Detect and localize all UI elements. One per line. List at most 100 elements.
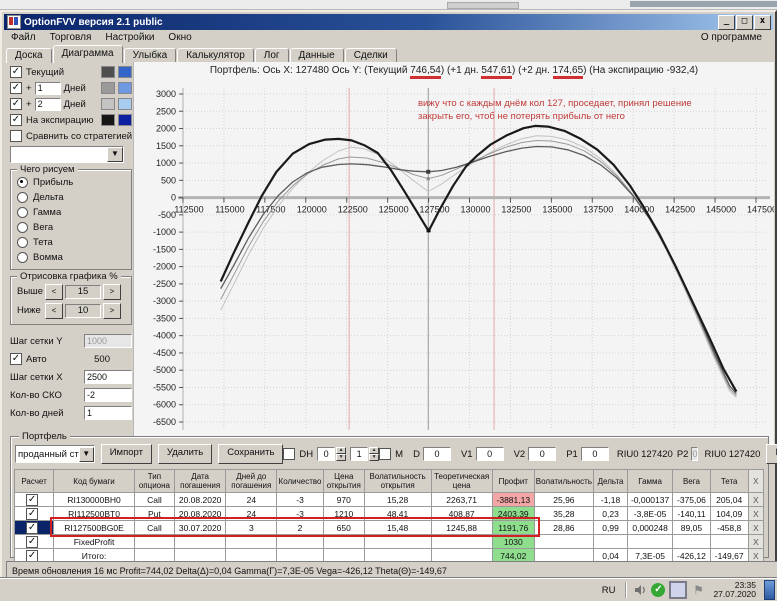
column-header-10[interactable]: Волатильность	[533, 469, 595, 493]
tab-Сделки[interactable]: Сделки	[344, 48, 397, 63]
spinner-arrows-icon[interactable]: ▲ ▼	[369, 447, 380, 461]
row-delete-button[interactable]: X	[747, 520, 765, 535]
field-input-0[interactable]: 1000	[84, 334, 132, 348]
column-header-6[interactable]: Цена открытия	[322, 469, 365, 493]
positions-table[interactable]: Расчет Код бумаги Тип опциона Дата погашения Д…	[13, 469, 765, 563]
dh-checkbox[interactable]: ✓	[283, 448, 296, 460]
column-header-9[interactable]: Профит	[491, 469, 535, 493]
row-delete-button[interactable]: X	[747, 492, 765, 507]
row-checkbox[interactable]: ✓	[26, 549, 39, 562]
column-header-1[interactable]: Код бумаги	[53, 469, 135, 493]
field-input-2[interactable]: 2500	[84, 370, 132, 384]
radio-icon[interactable]	[17, 252, 28, 263]
curve-days-input-2[interactable]: 2	[34, 97, 61, 111]
column-header-7[interactable]: Волатильность открытия	[363, 469, 432, 493]
curve-checkbox-0[interactable]: ✓	[10, 66, 22, 78]
row-checkbox[interactable]: ✓	[26, 535, 39, 548]
radio-icon[interactable]	[17, 222, 28, 233]
draw-option-Вега[interactable]: Вега	[17, 220, 125, 235]
draw-option-Тета[interactable]: Тета	[17, 235, 125, 250]
row-delete-button[interactable]: X	[747, 534, 765, 549]
strategy-dropdown[interactable]: ▼	[10, 146, 124, 163]
row-delete-button[interactable]: X	[747, 506, 765, 521]
minimize-button[interactable]: _	[718, 14, 735, 30]
draw-option-Дельта[interactable]: Дельта	[17, 190, 125, 205]
menu-item-about[interactable]: О программе	[694, 32, 769, 43]
tab-Улыбка[interactable]: Улыбка	[123, 48, 177, 63]
decrement-button[interactable]: <	[45, 283, 63, 300]
auto-checkbox[interactable]: ✓	[10, 353, 22, 365]
increment-button[interactable]: >	[103, 302, 121, 319]
compare-strategy-row[interactable]: ✓ Сравнить со стратегией	[10, 128, 132, 144]
language-indicator[interactable]: RU	[602, 585, 616, 596]
p2-field[interactable]: 0	[691, 447, 699, 461]
close-button[interactable]: x	[754, 14, 771, 30]
show-desktop-button[interactable]	[764, 580, 775, 600]
tab-Лог[interactable]: Лог	[254, 48, 289, 63]
curve-checkbox-1[interactable]: ✓	[10, 82, 22, 94]
greek-field-D[interactable]: 0	[422, 447, 451, 461]
draw-option-Вомма[interactable]: Вомма	[17, 250, 125, 265]
spinner-arrows-icon[interactable]: ▲ ▼	[336, 447, 347, 461]
dh-spinner-1[interactable]: 0 ▲ ▼	[317, 447, 347, 461]
profit-chart[interactable]: 3000 2500 2000 1500 1000 500 0 -500 -1000 -1500 -2…	[134, 80, 774, 444]
chevron-down-icon[interactable]: ▼	[78, 446, 94, 462]
decrement-button[interactable]: <	[45, 302, 63, 319]
save-button[interactable]: Сохранить	[218, 444, 284, 464]
antivirus-check-icon[interactable]: ✓	[651, 583, 666, 597]
column-header-8[interactable]: Теоретическая цена	[430, 469, 493, 493]
curve-days-input-1[interactable]: 1	[34, 81, 61, 95]
row-checkbox[interactable]: ✓	[26, 493, 39, 506]
column-header-12[interactable]: Гамма	[627, 469, 674, 493]
tab-Доска[interactable]: Доска	[6, 48, 52, 63]
menu-item-Файл[interactable]: Файл	[4, 32, 43, 43]
preset-dropdown[interactable]: проданный ст ▼	[15, 445, 95, 463]
chevron-down-icon[interactable]: ▼	[107, 147, 123, 162]
m-checkbox[interactable]: ✓	[379, 448, 392, 460]
column-header-11[interactable]: Дельта	[593, 469, 629, 493]
import-button[interactable]: Импорт	[100, 444, 152, 464]
title-bar[interactable]: OptionFVV версия 2.1 public _ □ x	[4, 14, 773, 30]
dh-spinner-2[interactable]: 1 ▲ ▼	[350, 447, 380, 461]
delete-button[interactable]: Удалить	[157, 444, 213, 464]
column-header-13[interactable]: Вега	[672, 469, 711, 493]
row-check-cell[interactable]: ✓	[13, 534, 55, 549]
tab-Данные[interactable]: Данные	[289, 48, 344, 63]
draw-option-Прибыль[interactable]: Прибыль	[17, 175, 125, 190]
tab-Калькулятор[interactable]: Калькулятор	[177, 48, 254, 63]
speaker-icon[interactable]	[633, 583, 647, 597]
column-header-3[interactable]: Дата погашения	[173, 469, 227, 493]
column-header-14[interactable]: Тета	[709, 469, 749, 493]
field-input-3[interactable]: -2	[84, 388, 132, 402]
greek-field-V2[interactable]: 0	[528, 447, 557, 461]
column-header-5[interactable]: Количество	[276, 469, 324, 493]
draw-option-Гамма[interactable]: Гамма	[17, 205, 125, 220]
maximize-button[interactable]: □	[736, 14, 753, 30]
column-header-2[interactable]: Тип опциона	[133, 469, 175, 493]
menu-item-Торговля[interactable]: Торговля	[43, 32, 99, 43]
column-header-0[interactable]: Расчет	[13, 469, 55, 493]
radio-icon[interactable]	[17, 192, 28, 203]
row-checkbox[interactable]: ✓	[26, 521, 39, 534]
dh-spinner-2-value[interactable]: 1	[350, 447, 369, 461]
tray-clock[interactable]: 23:35 27.07.2020	[713, 581, 756, 599]
flag-icon[interactable]: ⚑	[691, 583, 705, 597]
calc-margin-button[interactable]: Рассчитать ГО	[766, 444, 777, 464]
increment-button[interactable]: >	[103, 283, 121, 300]
radio-icon[interactable]	[17, 207, 28, 218]
row-check-cell[interactable]: ✓	[13, 506, 55, 521]
table-row[interactable]: ✓ RI127500BG0E Call 30.07.2020 3 2 650 15,48 124…	[13, 520, 765, 535]
menu-item-Окно[interactable]: Окно	[161, 32, 198, 43]
row-check-cell[interactable]: ✓	[13, 520, 55, 535]
network-icon[interactable]	[669, 581, 688, 599]
table-row[interactable]: ✓ RI112500BT0 Put 20.08.2020 24 -3 1210 48,41 40…	[13, 506, 765, 521]
row-check-cell[interactable]: ✓	[13, 492, 55, 507]
menu-item-Настройки[interactable]: Настройки	[98, 32, 161, 43]
compare-strategy-checkbox[interactable]: ✓	[10, 130, 22, 142]
radio-icon[interactable]	[17, 237, 28, 248]
tab-Диаграмма[interactable]: Диаграмма	[52, 45, 123, 63]
greek-field-P1[interactable]: 0	[580, 447, 609, 461]
field-input-4[interactable]: 1	[84, 406, 132, 420]
column-header-15[interactable]: X	[747, 469, 765, 493]
radio-icon[interactable]	[17, 177, 28, 188]
